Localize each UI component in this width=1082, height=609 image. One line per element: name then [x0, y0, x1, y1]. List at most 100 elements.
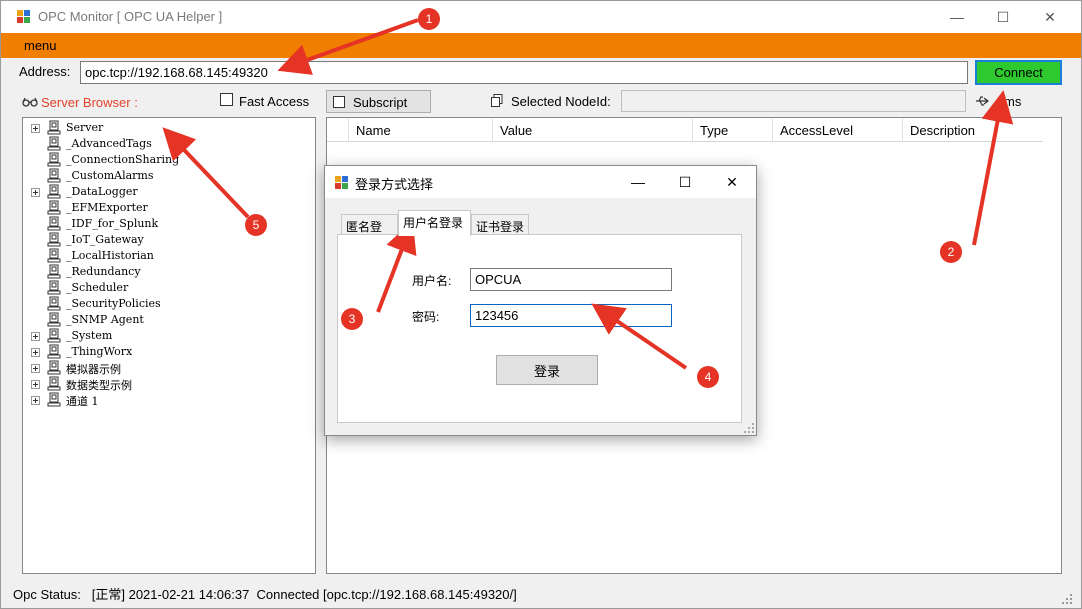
tree-node-label: _ThingWorx	[66, 345, 133, 358]
tree-node-label: 模拟器示例	[66, 363, 121, 376]
server-node-icon	[47, 232, 61, 247]
minimize-button[interactable]: —	[934, 1, 980, 33]
tree-node[interactable]: _Scheduler	[23, 280, 313, 296]
tree-node-label: _CustomAlarms	[66, 169, 154, 182]
maximize-button[interactable]: ☐	[980, 1, 1026, 33]
annotation-badge-2: 2	[940, 241, 962, 263]
tree-node[interactable]: 模拟器示例	[23, 360, 313, 376]
server-node-icon	[47, 296, 61, 311]
dialog-minimize-button[interactable]: —	[615, 166, 661, 198]
tree-node-label: _SecurityPolicies	[66, 297, 161, 310]
tree-node[interactable]: Server	[23, 120, 313, 136]
status-bar-text: Opc Status: [正常] 2021-02-21 14:06:37 Con…	[13, 587, 517, 602]
server-node-icon	[47, 328, 61, 343]
tree-node[interactable]: 通道 1	[23, 392, 313, 408]
annotation-badge-3: 3	[341, 308, 363, 330]
subscript-toggle[interactable]: Subscript	[326, 90, 431, 113]
expand-toggle-icon[interactable]	[31, 380, 40, 389]
app-icon	[17, 10, 30, 23]
dialog-maximize-button[interactable]: ☐	[662, 166, 708, 198]
server-node-icon	[47, 184, 61, 199]
tab-username[interactable]: 用户名登录	[398, 210, 471, 236]
tree-node-label: _IDF_for_Splunk	[66, 217, 159, 230]
server-node-icon	[47, 376, 61, 391]
tree-node[interactable]: _EFMExporter	[23, 200, 313, 216]
server-node-icon	[47, 312, 61, 327]
expand-toggle-icon[interactable]	[31, 396, 40, 405]
annotation-badge-5: 5	[245, 214, 267, 236]
tree-node-label: 数据类型示例	[66, 379, 132, 392]
tree-node-label: _EFMExporter	[66, 201, 148, 214]
tree-node-label: _System	[66, 329, 113, 342]
annotation-badge-4: 4	[697, 366, 719, 388]
tree-node[interactable]: _DataLogger	[23, 184, 313, 200]
tree-node[interactable]: _ThingWorx	[23, 344, 313, 360]
grid-header: Name Value Type AccessLevel Description	[327, 118, 1043, 142]
interval-unit-label: ms	[1004, 94, 1022, 109]
tree-node[interactable]: _AdvancedTags	[23, 136, 313, 152]
dialog-resize-grip-icon[interactable]	[744, 423, 754, 433]
tree-node[interactable]: _System	[23, 328, 313, 344]
dialog-title: 登录方式选择	[355, 177, 434, 192]
tab-anonymous[interactable]: 匿名登录	[341, 214, 398, 251]
login-button[interactable]: 登录	[496, 355, 598, 385]
server-node-icon	[47, 200, 61, 215]
dialog-title-bar: 登录方式选择 — ☐ ✕	[325, 166, 756, 198]
column-name[interactable]: Name	[349, 118, 493, 142]
tree-node-label: _ConnectionSharing	[66, 153, 180, 166]
server-node-icon	[47, 152, 61, 167]
expand-toggle-icon[interactable]	[31, 124, 40, 133]
password-label: 密码:	[412, 310, 440, 324]
tree-node[interactable]: _SNMP Agent	[23, 312, 313, 328]
expand-toggle-icon[interactable]	[31, 348, 40, 357]
tree-node[interactable]: _ConnectionSharing	[23, 152, 313, 168]
fast-access-label[interactable]: Fast Access	[239, 94, 309, 109]
column-value[interactable]: Value	[493, 118, 693, 142]
fast-access-checkbox[interactable]	[220, 93, 233, 106]
server-node-icon	[47, 360, 61, 375]
annotation-badge-1: 1	[418, 8, 440, 30]
title-bar: OPC Monitor [ OPC UA Helper ] — ☐ ✕	[1, 1, 1081, 33]
close-button[interactable]: ✕	[1027, 1, 1073, 33]
server-browser-label: Server Browser :	[41, 95, 138, 110]
expand-toggle-icon[interactable]	[31, 188, 40, 197]
dialog-close-button[interactable]: ✕	[709, 166, 755, 198]
server-node-icon	[47, 248, 61, 263]
copy-icon[interactable]	[491, 94, 503, 107]
column-type[interactable]: Type	[693, 118, 773, 142]
server-node-icon	[47, 392, 61, 407]
menu-item-menu[interactable]: menu	[24, 38, 57, 53]
column-description[interactable]: Description	[903, 118, 1043, 142]
grid-row-header	[327, 118, 349, 142]
tree-node[interactable]: 数据类型示例	[23, 376, 313, 392]
tree-node[interactable]: _SecurityPolicies	[23, 296, 313, 312]
connect-button[interactable]: Connect	[975, 60, 1062, 85]
tree-node[interactable]: _CustomAlarms	[23, 168, 313, 184]
tree-node-label: _SNMP Agent	[66, 313, 144, 326]
column-access-level[interactable]: AccessLevel	[773, 118, 903, 142]
subscript-checkbox[interactable]	[333, 96, 345, 108]
server-node-icon	[47, 280, 61, 295]
selected-nodeid-field	[621, 90, 966, 112]
username-tab-page: 用户名: OPCUA 密码: 123456 登录	[337, 234, 742, 423]
tree-node[interactable]: _Redundancy	[23, 264, 313, 280]
username-input[interactable]: OPCUA	[470, 268, 672, 291]
server-node-icon	[47, 264, 61, 279]
tab-certificate[interactable]: 证书登录	[471, 214, 529, 235]
expand-toggle-icon[interactable]	[31, 332, 40, 341]
password-input[interactable]: 123456	[470, 304, 672, 327]
tree-node-label: _LocalHistorian	[66, 249, 154, 262]
tree-node-label: _IoT_Gateway	[66, 233, 144, 246]
expand-toggle-icon[interactable]	[31, 364, 40, 373]
selected-nodeid-label: Selected NodeId:	[511, 94, 611, 109]
resize-grip-icon[interactable]	[1061, 593, 1073, 605]
server-node-icon	[47, 216, 61, 231]
tree-node[interactable]: _IDF_for_Splunk	[23, 216, 313, 232]
tree-node-label: _AdvancedTags	[66, 137, 152, 150]
server-tree[interactable]: Server _AdvancedTags _ConnectionSharing _Cu…	[22, 117, 316, 574]
address-input[interactable]: opc.tcp://192.168.68.145:49320	[80, 61, 968, 84]
tree-node[interactable]: _IoT_Gateway	[23, 232, 313, 248]
server-node-icon	[47, 344, 61, 359]
tree-node-label: _Scheduler	[66, 281, 129, 294]
tree-node[interactable]: _LocalHistorian	[23, 248, 313, 264]
